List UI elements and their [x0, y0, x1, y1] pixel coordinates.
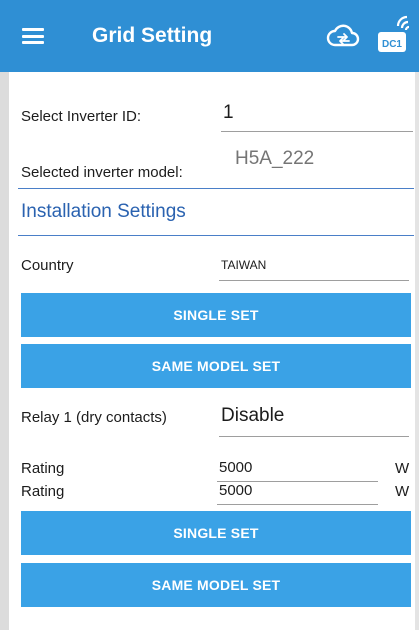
section-divider [18, 188, 414, 189]
rating-label: Rating [21, 483, 65, 500]
app-bar: Grid Setting DC1 [0, 0, 419, 72]
relay-label: Relay 1 (dry contacts) [21, 409, 167, 426]
relay-same-model-set-button[interactable]: SAME MODEL SET [21, 563, 411, 607]
country-underline [219, 280, 409, 281]
installation-settings-title: Installation Settings [21, 201, 186, 222]
rating-unit: W [395, 483, 410, 500]
rating-input[interactable]: 5000 [219, 459, 252, 476]
inverter-id-value[interactable]: 1 [223, 102, 234, 124]
left-frame-edge [0, 72, 9, 630]
inverter-id-underline [221, 131, 413, 132]
inverter-model-label: Selected inverter model: [21, 164, 183, 181]
inverter-model-value: H5A_222 [235, 148, 315, 169]
rating-unit: W [395, 460, 410, 477]
relay-select[interactable]: Disable [221, 405, 284, 427]
cloud-sync-icon[interactable] [326, 22, 360, 50]
page-title: Grid Setting [92, 24, 213, 47]
right-frame-edge [415, 72, 419, 630]
hamburger-menu-icon[interactable] [22, 28, 44, 44]
inverter-id-label: Select Inverter ID: [21, 108, 142, 125]
installation-same-model-set-button[interactable]: SAME MODEL SET [21, 344, 411, 388]
rating-input[interactable]: 5000 [219, 482, 252, 499]
relay-underline [219, 436, 409, 437]
grid-setting-form: Select Inverter ID: 1 Selected inverter … [9, 72, 415, 630]
country-select[interactable]: TAIWAN [221, 258, 266, 272]
device-badge-text: DC1 [382, 39, 402, 50]
rating-input-underline [217, 504, 378, 505]
installation-single-set-button[interactable]: SINGLE SET [21, 293, 411, 337]
rating-label: Rating [21, 460, 65, 477]
section-title-underline [18, 235, 414, 236]
relay-single-set-button[interactable]: SINGLE SET [21, 511, 411, 555]
country-label: Country [21, 257, 74, 274]
dc1-wifi-device-icon[interactable]: DC1 [374, 14, 414, 56]
